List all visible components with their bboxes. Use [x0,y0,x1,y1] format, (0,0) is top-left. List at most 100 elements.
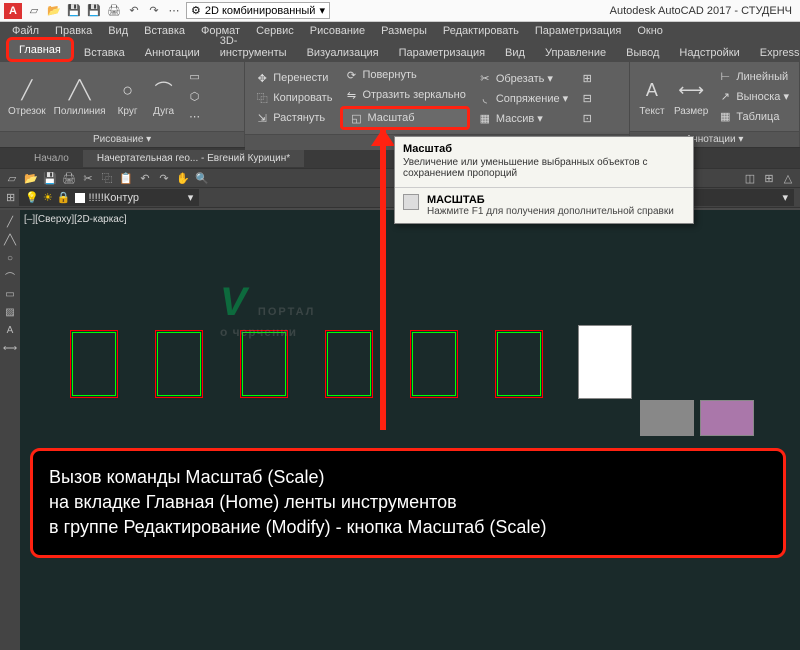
saveas-icon[interactable]: 💾 [86,3,102,19]
stretch-button[interactable]: ⇲Растянуть [251,109,336,127]
save-icon[interactable]: 💾 [66,3,82,19]
copy-button[interactable]: ⿻Копировать [251,89,336,107]
st-pline-icon[interactable]: ╱╲ [2,232,18,248]
tab-output[interactable]: Вывод [616,43,669,62]
tb-print-icon[interactable]: 🖨 [61,170,77,186]
menu-modify[interactable]: Редактировать [435,23,527,39]
line-label: Отрезок [8,106,46,117]
callout-line1: Вызов команды Масштаб (Scale) [49,465,767,490]
move-label: Перенести [273,72,328,84]
array-icon: ▦ [478,111,492,125]
st-dim-icon[interactable]: ⟷ [2,340,18,356]
st-line-icon[interactable]: ╱ [2,214,18,230]
tab-annot[interactable]: Аннотации [135,43,210,62]
text-label: Текст [639,106,664,117]
thumbnail [640,400,694,436]
rotate-button[interactable]: ⟳Повернуть [340,66,469,84]
move-button[interactable]: ✥ Перенести [251,69,336,87]
table-button[interactable]: ▦Таблица [714,108,793,126]
tab-3dtools[interactable]: 3D-инструменты [210,31,297,62]
polyline-label: Полилиния [54,106,106,117]
trim-button[interactable]: ✂Обрезать ▾ [474,69,572,87]
layer-selector[interactable]: 💡 ☀ 🔒 !!!!!Контур ▾ [19,189,199,206]
tb-zoom-icon[interactable]: 🔍 [194,170,210,186]
fillet-button[interactable]: ◟Сопряжение ▾ [474,89,572,107]
ribbon-tabs: Главная Вставка Аннотации 3D-инструменты… [0,40,800,62]
viewport-label[interactable]: [–][Сверху][2D-каркас] [24,214,127,225]
circle-icon: ○ [114,76,142,104]
array-button[interactable]: ▦Массив ▾ [474,109,572,127]
leader-button[interactable]: ↗Выноска ▾ [714,88,793,106]
st-rect-icon[interactable]: ▭ [2,286,18,302]
redo-icon[interactable]: ↷ [146,3,162,19]
chevron-down-icon: ▾ [319,4,325,17]
st-text-icon[interactable]: A [2,322,18,338]
menu-draw[interactable]: Рисование [302,23,373,39]
modify-ex3[interactable]: ⊡ [576,109,598,127]
tb-save-icon[interactable]: 💾 [42,170,58,186]
new-icon[interactable]: ▱ [26,3,42,19]
tb-copy-icon[interactable]: ⿻ [99,170,115,186]
menu-insert[interactable]: Вставка [136,23,193,39]
draw-extra1[interactable]: ▭ [184,68,206,86]
tab-start[interactable]: Начало [20,150,83,167]
polyline-button[interactable]: ╱╲Полилиния [52,74,108,119]
command-icon [403,194,419,210]
menu-window[interactable]: Окно [629,23,671,39]
tab-visual[interactable]: Визуализация [297,43,389,62]
st-circle-icon[interactable]: ○ [2,250,18,266]
draw-extra2[interactable]: ⬡ [184,88,206,106]
tb-r2-icon[interactable]: ⊞ [761,170,777,186]
drawing-rect [412,332,456,396]
menu-view[interactable]: Вид [100,23,136,39]
plot-icon[interactable]: 🖨 [106,3,122,19]
tb-r3-icon[interactable]: △ [780,170,796,186]
move-icon: ✥ [255,71,269,85]
scale-button[interactable]: ◱Масштаб [340,106,469,130]
menu-dim[interactable]: Размеры [373,23,435,39]
tb-cut-icon[interactable]: ✂ [80,170,96,186]
workspace-selector[interactable]: ⚙ 2D комбинированный ▾ [186,2,330,19]
tab-manage[interactable]: Управление [535,43,616,62]
layer-prop-icon[interactable]: ⊞ [6,191,15,204]
dim-button[interactable]: ⟷Размер [672,74,710,119]
modify-ex1[interactable]: ⊞ [576,69,598,87]
tb-pan-icon[interactable]: ✋ [175,170,191,186]
table-icon: ▦ [718,110,732,124]
tb-undo-icon[interactable]: ↶ [137,170,153,186]
st-hatch-icon[interactable]: ▨ [2,304,18,320]
watermark-title: ПОРТАЛ [258,306,315,318]
linear-button[interactable]: ⊢Линейный [714,68,793,86]
mirror-button[interactable]: ⇋Отразить зеркально [340,86,469,104]
panel-draw-title[interactable]: Рисование ▾ [0,131,244,147]
st-arc-icon[interactable]: ⌒ [2,268,18,284]
open-icon[interactable]: 📂 [46,3,62,19]
modify-ex2[interactable]: ⊟ [576,89,598,107]
menu-param[interactable]: Параметризация [527,23,629,39]
tb-r1-icon[interactable]: ◫ [742,170,758,186]
tab-document[interactable]: Начертательная гео... - Евгений Курицин* [83,150,304,167]
app-menu-icon[interactable]: A [4,3,22,19]
text-button[interactable]: AТекст [636,74,668,119]
tb-paste-icon[interactable]: 📋 [118,170,134,186]
tb-open-icon[interactable]: 📂 [23,170,39,186]
circle-button[interactable]: ○Круг [112,74,144,119]
tab-view[interactable]: Вид [495,43,535,62]
callout-line2: на вкладке Главная (Home) ленты инструме… [49,490,767,515]
arc-button[interactable]: ⌒Дуга [148,74,180,119]
drawing-rect [242,332,286,396]
panel-draw: ╱Отрезок ╱╲Полилиния ○Круг ⌒Дуга ▭ ⬡ ⋯ Р… [0,62,245,147]
tab-insert[interactable]: Вставка [74,43,135,62]
qat-more-icon[interactable]: ⋯ [166,3,182,19]
draw-extra3[interactable]: ⋯ [184,108,206,126]
tb-new-icon[interactable]: ▱ [4,170,20,186]
tab-addins[interactable]: Надстройки [669,43,749,62]
tab-param[interactable]: Параметризация [389,43,495,62]
copy-icon: ⿻ [255,91,269,105]
line-button[interactable]: ╱Отрезок [6,74,48,119]
undo-icon[interactable]: ↶ [126,3,142,19]
thumbnail [578,325,632,399]
tab-home[interactable]: Главная [6,37,74,62]
tb-redo-icon[interactable]: ↷ [156,170,172,186]
tab-express[interactable]: Express [750,43,800,62]
